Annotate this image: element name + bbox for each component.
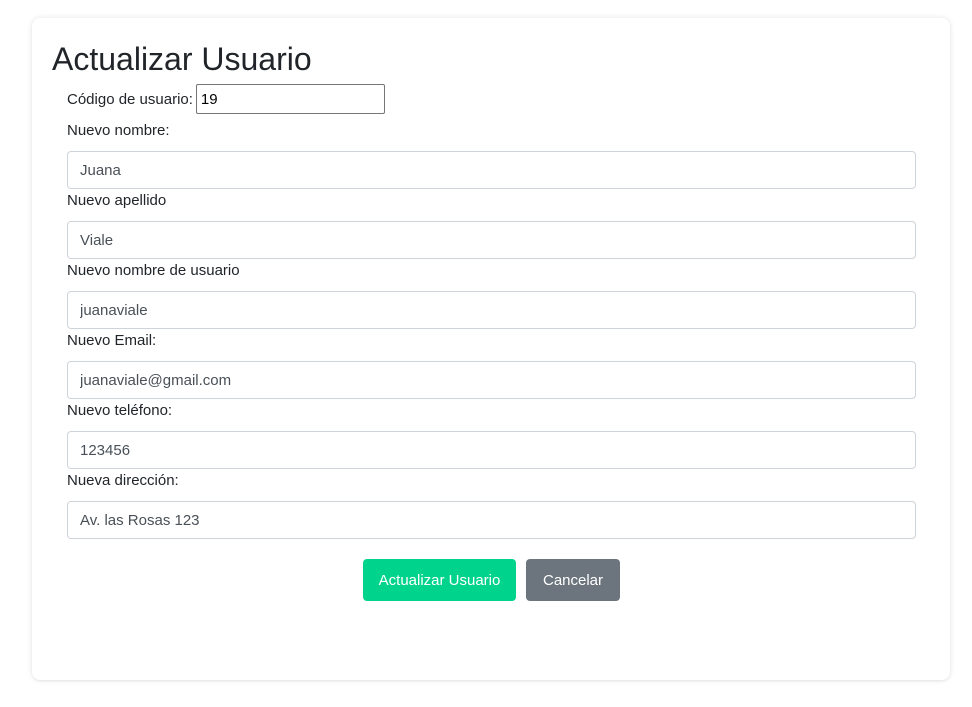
first-name-input[interactable]: [67, 151, 916, 189]
page-title: Actualizar Usuario: [52, 41, 312, 77]
user-code-label: Código de usuario:: [67, 90, 193, 108]
user-code-input[interactable]: [195, 84, 385, 114]
last-name-input[interactable]: [67, 221, 916, 259]
last-name-label: Nuevo apellido: [67, 192, 167, 209]
address-label: Nueva dirección:: [67, 472, 179, 489]
username-input[interactable]: [67, 291, 916, 329]
update-user-card: Actualizar Usuario Código de usuario: Nu…: [32, 18, 950, 680]
update-user-button[interactable]: Actualizar Usuario: [363, 559, 516, 601]
phone-label: Nuevo teléfono:: [67, 402, 173, 419]
phone-input[interactable]: [67, 431, 916, 469]
first-name-label: Nuevo nombre:: [67, 122, 170, 139]
email-input[interactable]: [67, 361, 916, 399]
email-label: Nuevo Email:: [67, 332, 157, 349]
username-label: Nuevo nombre de usuario: [67, 262, 240, 279]
user-code-row: Código de usuario:: [67, 84, 385, 114]
cancel-button[interactable]: Cancelar: [526, 559, 620, 601]
address-input[interactable]: [67, 501, 916, 539]
